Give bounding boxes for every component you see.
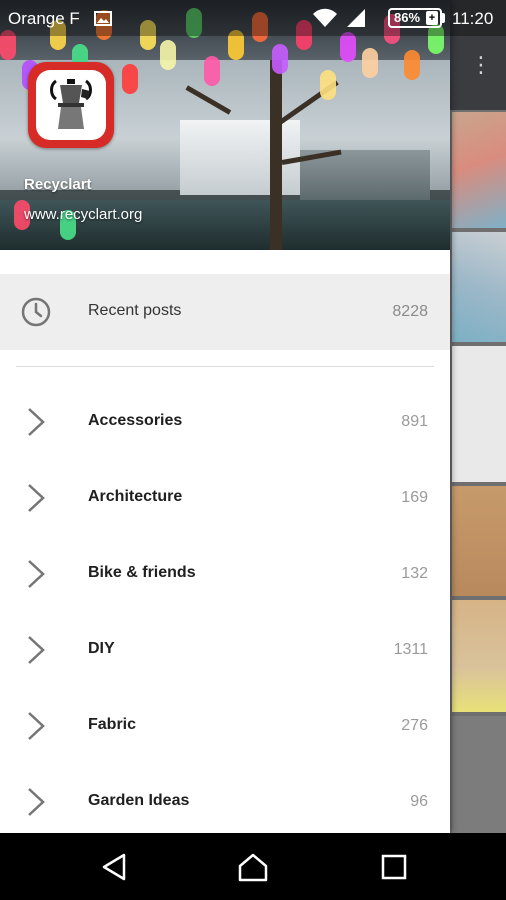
system-navigation-bar	[0, 833, 506, 900]
battery-level: 86%	[394, 10, 421, 25]
post-thumbnail[interactable]	[452, 346, 506, 482]
category-count: 1311	[393, 641, 428, 658]
post-thumbnail[interactable]	[452, 486, 506, 596]
status-bar: Orange F 86% + 11:20	[0, 0, 506, 36]
chevron-right-icon	[28, 560, 45, 588]
drawer-header: Recyclart www.recyclart.org	[0, 0, 450, 250]
carrier-name: Orange F	[8, 9, 80, 28]
site-url[interactable]: www.recyclart.org	[24, 206, 142, 223]
image-notification-icon	[94, 11, 112, 26]
header-photo-building	[180, 120, 300, 195]
post-thumbnail[interactable]	[452, 112, 506, 228]
category-count: 891	[401, 413, 428, 430]
home-icon[interactable]	[237, 851, 269, 883]
category-label: Bike & friends	[88, 564, 196, 581]
category-count: 96	[410, 793, 428, 810]
battery-tip	[442, 13, 445, 23]
chevron-right-icon	[28, 484, 45, 512]
moka-pot-icon	[50, 79, 92, 129]
overflow-menu-icon[interactable]: ⋮	[470, 54, 492, 90]
recent-apps-icon[interactable]	[378, 851, 410, 883]
category-item-accessories[interactable]: Accessories 891	[0, 384, 450, 460]
back-icon[interactable]	[98, 851, 130, 883]
post-thumbnail[interactable]	[452, 716, 506, 833]
category-label: Accessories	[88, 412, 183, 429]
menu-divider	[16, 366, 434, 367]
category-label: Fabric	[88, 716, 137, 733]
category-count: 276	[401, 717, 428, 734]
chevron-right-icon	[28, 712, 45, 740]
recent-posts-item[interactable]: Recent posts 8228	[0, 274, 450, 350]
chevron-right-icon	[28, 408, 45, 436]
category-label: DIY	[88, 640, 115, 657]
chevron-right-icon	[28, 636, 45, 664]
category-label: Architecture	[88, 488, 183, 505]
category-item-garden-ideas[interactable]: Garden Ideas 96	[0, 764, 450, 833]
category-item-bike-friends[interactable]: Bike & friends 132	[0, 536, 450, 612]
category-count: 132	[401, 565, 428, 582]
category-label: Garden Ideas	[88, 792, 190, 809]
app-logo	[28, 62, 114, 148]
chevron-right-icon	[28, 788, 45, 816]
category-item-diy[interactable]: DIY 1311	[0, 612, 450, 688]
charging-icon: +	[426, 11, 438, 25]
post-thumbnail[interactable]	[452, 600, 506, 712]
recent-posts-count: 8228	[392, 303, 428, 320]
navigation-drawer: Recyclart www.recyclart.org Recent posts…	[0, 0, 450, 833]
clock-icon	[21, 297, 51, 327]
status-clock: 11:20	[452, 9, 494, 28]
category-item-architecture[interactable]: Architecture 169	[0, 460, 450, 536]
signal-icon	[347, 9, 365, 27]
wifi-icon	[313, 8, 337, 27]
recent-posts-label: Recent posts	[88, 302, 182, 319]
battery-indicator: 86% +	[388, 8, 442, 28]
category-count: 169	[401, 489, 428, 506]
site-name: Recyclart	[24, 176, 92, 193]
category-item-fabric[interactable]: Fabric 276	[0, 688, 450, 764]
post-thumbnail[interactable]	[452, 232, 506, 342]
